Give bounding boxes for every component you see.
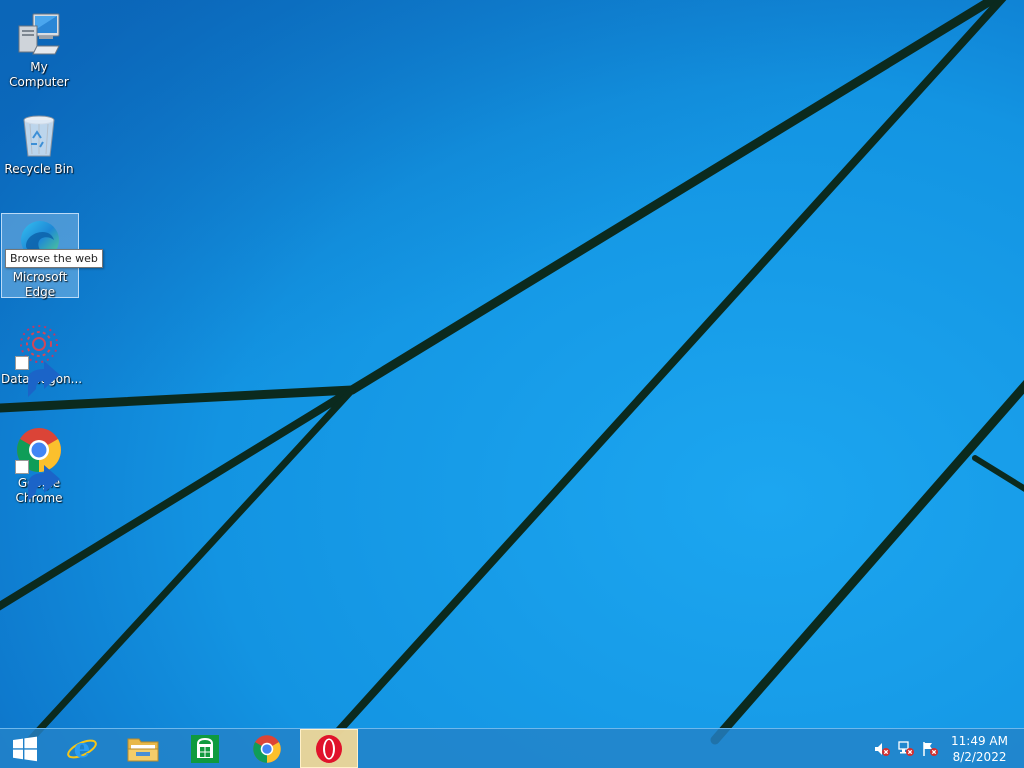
folder-icon [127,735,159,763]
desktop[interactable]: My Computer Recycle Bin Microsoft Edge C… [0,0,1024,768]
shortcut-arrow-icon [15,356,60,397]
desktop-icon-my-computer[interactable]: My Computer [0,8,78,90]
taskbar-chrome[interactable] [239,729,295,768]
clock[interactable]: 11:49 AM 8/2/2022 [951,733,1008,765]
desktop-icon-datawagon[interactable]: DataWagon... [0,320,82,397]
volume-muted-icon[interactable] [874,741,890,757]
taskbar-internet-explorer[interactable]: e [54,729,110,768]
tooltip: Browse the web [5,249,103,268]
desktop-icon-google-chrome[interactable]: Google Chrome [0,424,78,506]
shortcut-arrow-icon [15,460,60,501]
ie-icon: e [66,733,98,765]
recycle-bin-icon [15,112,63,160]
desktop-icon-label: Recycle Bin [4,162,74,176]
network-error-icon[interactable] [898,741,914,757]
desktop-icon-recycle-bin[interactable]: Recycle Bin [0,110,78,177]
chrome-icon [252,734,282,764]
store-icon [190,734,220,764]
windows-logo-icon [12,736,38,762]
action-center-flag-icon[interactable] [922,741,938,757]
svg-text:e: e [74,734,91,764]
taskbar: e 11:49 AM 8/2/2022 [0,728,1024,768]
desktop-icon-label: My Computer [9,60,69,89]
start-button[interactable] [0,729,50,768]
wallpaper [0,0,1024,768]
desktop-icon-label: Microsoft Edge [12,270,68,299]
opera-icon [314,734,344,764]
clock-date: 8/2/2022 [952,750,1007,764]
chrome-icon [15,426,63,501]
datawagon-icon [15,322,63,397]
computer-icon [15,10,63,58]
taskbar-file-explorer[interactable] [115,729,171,768]
clock-time: 11:49 AM [951,734,1008,748]
taskbar-store[interactable] [177,729,233,768]
taskbar-opera[interactable] [300,729,358,768]
